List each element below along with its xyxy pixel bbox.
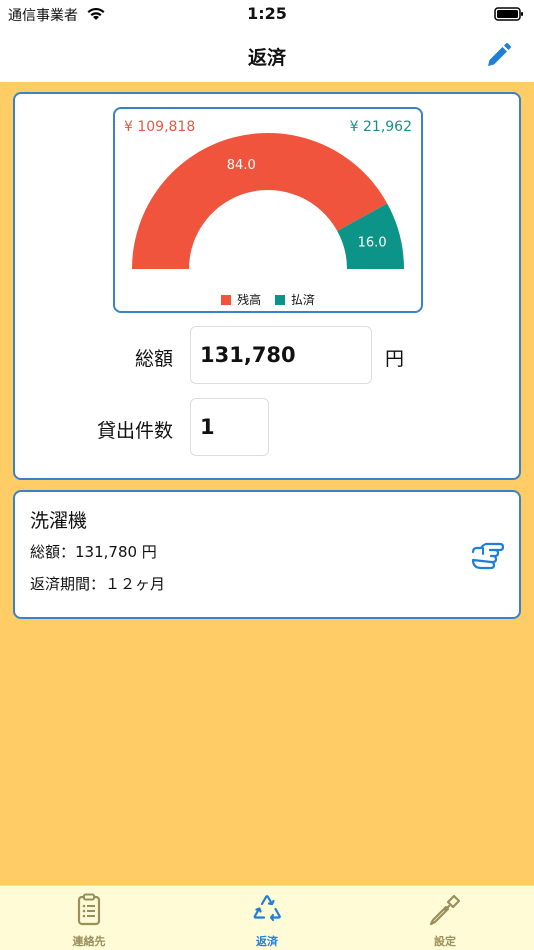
screwdriver-icon — [429, 894, 461, 926]
tab-repayment[interactable]: 返済 — [178, 886, 356, 950]
page-title: 返済 — [247, 47, 286, 69]
navigation-bar: 返済 — [0, 30, 534, 82]
loan-count-field[interactable]: 1 — [190, 398, 269, 456]
tab-label-contacts: 連絡先 — [72, 935, 106, 948]
pointing-hand-icon — [471, 542, 505, 570]
pencil-icon — [488, 43, 511, 66]
loan-item-term: 返済期間：１２ヶ月 — [30, 575, 166, 593]
tab-contacts[interactable]: 連絡先 — [0, 886, 178, 950]
legend-swatch-paid — [274, 294, 285, 305]
battery-icon — [494, 7, 523, 21]
legend-item-remaining: 残高 — [221, 291, 261, 308]
edit-button[interactable] — [482, 40, 514, 72]
gauge-chart: 84.0 16.0 — [132, 132, 404, 269]
loan-count-value: 1 — [200, 415, 215, 439]
clock: 1:25 — [247, 4, 287, 23]
tab-settings[interactable]: 設定 — [356, 886, 534, 950]
summary-card: ¥ 109,818 ¥ 21,962 84.0 16.0 残高 払済 総額 131… — [13, 92, 521, 480]
loan-item-title: 洗濯機 — [30, 510, 88, 532]
gauge-label-paid: 16.0 — [358, 235, 387, 250]
loan-item-total: 総額：131,780 円 — [30, 543, 157, 561]
legend-label-remaining: 残高 — [237, 293, 262, 307]
recycle-icon — [253, 895, 281, 922]
legend-label-paid: 払済 — [290, 293, 315, 307]
open-detail-button[interactable] — [471, 540, 505, 570]
status-bar: 通信事業者 1:25 — [0, 0, 534, 30]
tab-label-repayment: 返済 — [256, 935, 278, 948]
tab-label-settings: 設定 — [434, 935, 456, 948]
chart-legend: 残高 払済 — [115, 291, 421, 308]
clipboard-list-icon — [77, 893, 101, 926]
repayment-gauge: ¥ 109,818 ¥ 21,962 84.0 16.0 残高 払済 — [113, 107, 423, 313]
gauge-label-remaining: 84.0 — [227, 158, 256, 173]
legend-item-paid: 払済 — [274, 291, 315, 308]
total-value: 131,780 — [200, 343, 296, 367]
loan-count-label: 貸出件数 — [96, 420, 173, 442]
total-unit: 円 — [385, 348, 405, 370]
loan-item-card[interactable]: 洗濯機 総額：131,780 円 返済期間：１２ヶ月 — [13, 490, 521, 619]
total-field[interactable]: 131,780 — [190, 326, 372, 384]
tab-bar: 連絡先 返済 設定 — [0, 885, 534, 950]
legend-swatch-remaining — [221, 294, 232, 305]
total-label: 総額 — [134, 348, 173, 370]
